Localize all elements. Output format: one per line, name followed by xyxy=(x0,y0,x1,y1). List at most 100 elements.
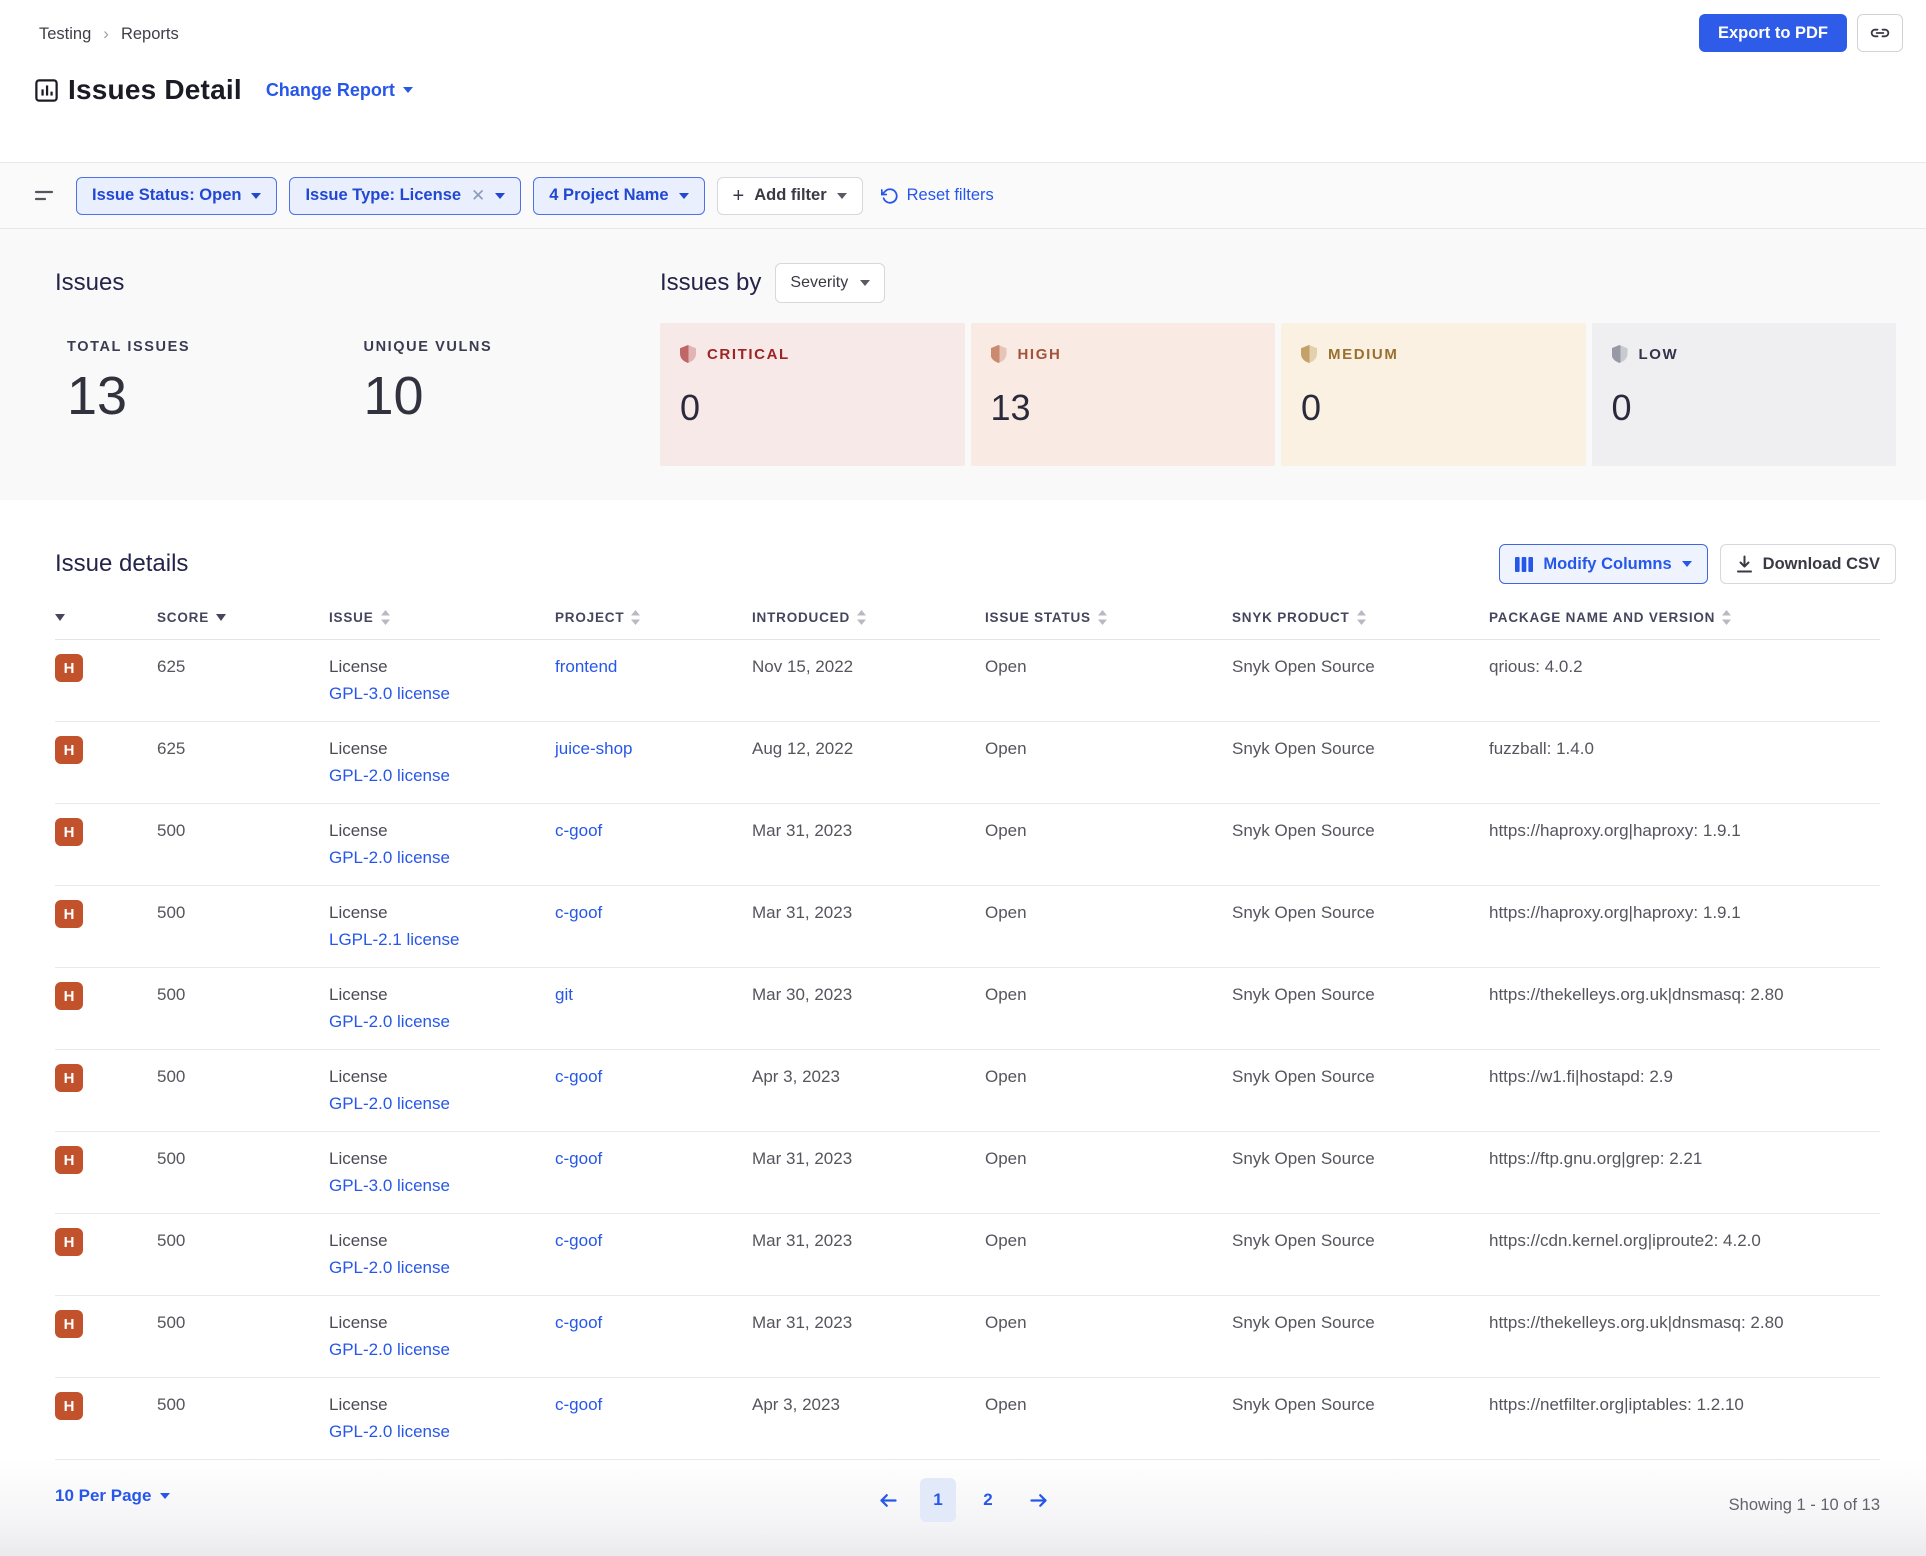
column-header-snyk-product[interactable]: SNYK PRODUCT xyxy=(1232,610,1489,625)
stat-value: 10 xyxy=(364,365,661,427)
table-row: H 625 License GPL-3.0 license frontend N… xyxy=(55,640,1880,722)
license-link[interactable]: LGPL-2.1 license xyxy=(329,930,555,950)
issue-status-cell: Open xyxy=(985,1067,1232,1087)
severity-high-badge: H xyxy=(55,900,83,928)
license-link[interactable]: GPL-2.0 license xyxy=(329,766,555,786)
per-page-dropdown[interactable]: 10 Per Page xyxy=(55,1486,170,1506)
package-cell: qrious: 4.0.2 xyxy=(1489,657,1880,677)
project-link[interactable]: c-goof xyxy=(555,1149,602,1168)
introduced-cell: Mar 31, 2023 xyxy=(752,1313,985,1333)
severity-label: CRITICAL xyxy=(707,346,790,363)
column-header-project[interactable]: PROJECT xyxy=(555,610,752,625)
issue-status-cell: Open xyxy=(985,1395,1232,1415)
plus-icon: + xyxy=(733,186,745,206)
reset-filters-link[interactable]: Reset filters xyxy=(881,186,994,205)
issue-cell: License GPL-2.0 license xyxy=(329,1231,555,1278)
stat-block: UNIQUE VULNS 10 xyxy=(364,339,661,427)
severity-high-badge: H xyxy=(55,818,83,846)
filter-chip[interactable]: Issue Type: License ✕ xyxy=(289,177,521,215)
license-link[interactable]: GPL-2.0 license xyxy=(329,1094,555,1114)
project-link[interactable]: c-goof xyxy=(555,821,602,840)
license-link[interactable]: GPL-2.0 license xyxy=(329,1012,555,1032)
table-row: H 500 License GPL-3.0 license c-goof Mar… xyxy=(55,1132,1880,1214)
breadcrumb-testing[interactable]: Testing xyxy=(39,25,91,44)
change-report-dropdown[interactable]: Change Report xyxy=(266,80,413,101)
issue-type: License xyxy=(329,1313,388,1332)
severity-high-badge: H xyxy=(55,1392,83,1420)
license-link[interactable]: GPL-2.0 license xyxy=(329,1258,555,1278)
severity-label: LOW xyxy=(1639,346,1679,363)
next-page-button[interactable] xyxy=(1020,1478,1056,1522)
shield-icon xyxy=(1612,345,1628,363)
package-cell: https://haproxy.org|haproxy: 1.9.1 xyxy=(1489,821,1880,841)
issue-cell: License GPL-2.0 license xyxy=(329,739,555,786)
project-cell: c-goof xyxy=(555,903,752,923)
issues-by-select[interactable]: Severity xyxy=(775,263,885,303)
column-header-package[interactable]: PACKAGE NAME AND VERSION xyxy=(1489,610,1880,625)
filter-icon xyxy=(34,188,56,204)
score-cell: 500 xyxy=(157,1231,329,1251)
page-number-button[interactable]: 2 xyxy=(970,1478,1006,1522)
severity-label: MEDIUM xyxy=(1328,346,1398,363)
previous-page-button[interactable] xyxy=(870,1478,906,1522)
license-link[interactable]: GPL-2.0 license xyxy=(329,1422,555,1442)
sort-icon xyxy=(1098,610,1107,625)
issue-details-section: Issue details Modify Columns Download CS… xyxy=(0,500,1926,1556)
filter-chip[interactable]: Issue Status: Open ✕ xyxy=(76,177,277,215)
project-link[interactable]: juice-shop xyxy=(555,739,633,758)
project-link[interactable]: c-goof xyxy=(555,1395,602,1414)
issue-type: License xyxy=(329,1231,388,1250)
introduced-cell: Aug 12, 2022 xyxy=(752,739,985,759)
remove-filter-icon[interactable]: ✕ xyxy=(471,186,485,206)
add-filter-button[interactable]: + Add filter xyxy=(717,177,863,215)
license-link[interactable]: GPL-3.0 license xyxy=(329,684,555,704)
modify-columns-button[interactable]: Modify Columns xyxy=(1499,544,1707,584)
introduced-cell: Mar 31, 2023 xyxy=(752,1149,985,1169)
chevron-down-icon xyxy=(837,193,847,199)
issue-type: License xyxy=(329,821,388,840)
license-link[interactable]: GPL-3.0 license xyxy=(329,1176,555,1196)
project-link[interactable]: c-goof xyxy=(555,1313,602,1332)
column-header-introduced[interactable]: INTRODUCED xyxy=(752,610,985,625)
column-header-score[interactable]: SCORE xyxy=(157,610,329,625)
severity-count: 0 xyxy=(1612,387,1877,429)
page-number-button[interactable]: 1 xyxy=(920,1478,956,1522)
license-link[interactable]: GPL-2.0 license xyxy=(329,1340,555,1360)
project-link[interactable]: c-goof xyxy=(555,903,602,922)
sort-icon xyxy=(381,610,390,625)
column-header-issue-status[interactable]: ISSUE STATUS xyxy=(985,610,1232,625)
project-link[interactable]: c-goof xyxy=(555,1231,602,1250)
project-link[interactable]: git xyxy=(555,985,573,1004)
column-header-issue[interactable]: ISSUE xyxy=(329,610,555,625)
score-cell: 500 xyxy=(157,1313,329,1333)
chevron-down-icon xyxy=(251,193,261,199)
license-link[interactable]: GPL-2.0 license xyxy=(329,848,555,868)
chevron-down-icon xyxy=(860,280,870,286)
project-link[interactable]: frontend xyxy=(555,657,617,676)
shield-icon xyxy=(680,345,696,363)
severity-count: 0 xyxy=(1301,387,1566,429)
severity-card: MEDIUM 0 xyxy=(1281,323,1586,466)
filter-chip[interactable]: 4 Project Name ✕ xyxy=(533,177,704,215)
export-to-pdf-button[interactable]: Export to PDF xyxy=(1699,14,1847,52)
shield-icon xyxy=(1301,345,1317,363)
severity-card: LOW 0 xyxy=(1592,323,1897,466)
breadcrumb-reports[interactable]: Reports xyxy=(121,25,179,44)
issue-cell: License GPL-2.0 license xyxy=(329,985,555,1032)
breadcrumb-chevron-icon: › xyxy=(103,24,109,44)
copy-link-button[interactable] xyxy=(1857,14,1903,52)
severity-filter-dropdown[interactable] xyxy=(55,614,157,621)
snyk-product-cell: Snyk Open Source xyxy=(1232,1149,1489,1169)
table-row: H 500 License GPL-2.0 license c-goof Apr… xyxy=(55,1050,1880,1132)
issue-type: License xyxy=(329,657,388,676)
table-row: H 500 License GPL-2.0 license git Mar 30… xyxy=(55,968,1880,1050)
project-cell: c-goof xyxy=(555,1231,752,1251)
sort-icon xyxy=(631,610,640,625)
issue-status-cell: Open xyxy=(985,1313,1232,1333)
download-csv-button[interactable]: Download CSV xyxy=(1720,544,1896,584)
issue-cell: License GPL-3.0 license xyxy=(329,1149,555,1196)
page-buttons: 1 2 xyxy=(920,1478,1006,1522)
project-link[interactable]: c-goof xyxy=(555,1067,602,1086)
issues-summary-section: Issues TOTAL ISSUES 13 UNIQUE VULNS 10 I… xyxy=(0,229,1926,500)
severity-card: HIGH 13 xyxy=(971,323,1276,466)
